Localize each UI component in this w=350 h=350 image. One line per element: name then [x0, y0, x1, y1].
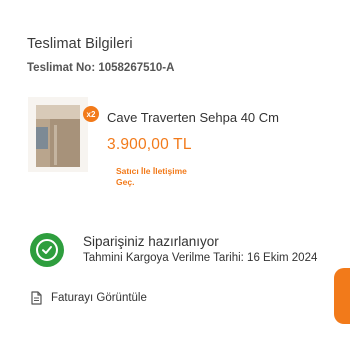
delivery-number: Teslimat No: 1058267510-A — [27, 62, 175, 74]
check-circle-icon — [30, 233, 64, 267]
document-icon — [31, 291, 42, 305]
side-feedback-tab[interactable] — [334, 268, 350, 324]
order-status-title: Siparişiniz hazırlanıyor — [83, 234, 219, 249]
product-name[interactable]: Cave Traverten Sehpa 40 Cm — [107, 110, 279, 125]
estimated-shipping-date: Tahmini Kargoya Verilme Tarihi: 16 Ekim … — [83, 252, 318, 264]
product-image[interactable] — [28, 97, 88, 172]
view-invoice-button[interactable]: Faturayı Görüntüle — [30, 291, 147, 305]
product-price: 3.900,00 TL — [107, 136, 192, 153]
quantity-badge: x2 — [83, 106, 99, 122]
page-title: Teslimat Bilgileri — [27, 36, 133, 52]
view-invoice-label: Faturayı Görüntüle — [51, 292, 147, 304]
seller-contact-link[interactable]: Satıcı İle İletişime Geç. — [116, 166, 206, 188]
